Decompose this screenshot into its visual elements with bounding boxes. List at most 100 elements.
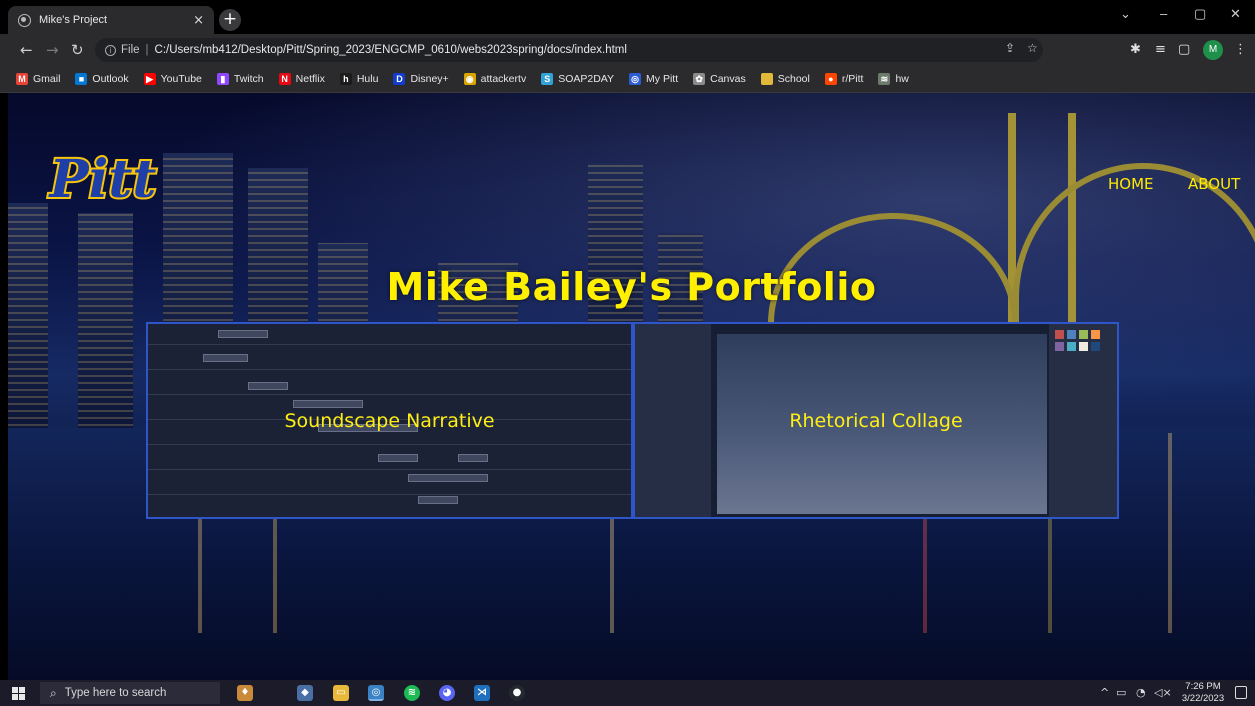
bookmark-item[interactable]: N Netflix [278, 73, 325, 85]
tab-close-button[interactable]: × [193, 13, 204, 28]
taskbar-clock[interactable]: 7:26 PM 3/22/2023 [1177, 681, 1229, 705]
bookmarks-bar: M Gmail ■ Outlook ▶ YouTube ▮ Twitch N Netflix h Hu… [0, 66, 1255, 93]
windows-start-icon[interactable] [12, 687, 25, 700]
github-icon[interactable]: ● [509, 685, 525, 701]
bookmark-label: Canvas [710, 73, 746, 85]
bookmark-item[interactable]: ✿ Canvas [693, 73, 746, 85]
canvas-icon: ✿ [693, 73, 706, 85]
track-row [148, 369, 631, 370]
bookmark-item[interactable]: ■ Outlook [75, 73, 129, 85]
bookmark-label: School [777, 73, 810, 85]
browser-toolbar: ← → ↻ i File | C:/Users/mb412/Desktop/Pi… [0, 34, 1255, 66]
track-row [148, 444, 631, 445]
soundscape-narrative-card[interactable]: Soundscape Narrative [146, 322, 633, 519]
chrome-icon[interactable]: ◎ [368, 685, 384, 701]
color-swatch [1079, 330, 1088, 339]
hw-icon: ≋ [878, 73, 891, 85]
reading-list-icon[interactable]: ≡ [1155, 42, 1166, 57]
soundscape-narrative-label[interactable]: Soundscape Narrative [148, 410, 631, 432]
file-explorer-icon[interactable]: ▭ [333, 685, 349, 701]
audio-clip [248, 382, 288, 390]
back-icon[interactable]: ← [20, 41, 33, 59]
color-swatch [1055, 342, 1064, 351]
bookmark-item[interactable]: h Hulu [339, 73, 379, 85]
track-row [148, 344, 631, 345]
bookmark-star-icon[interactable]: ☆ [1027, 41, 1038, 55]
bookmark-item[interactable]: ≋ hw [878, 73, 909, 85]
bookmark-label: Outlook [92, 73, 129, 85]
rhetorical-collage-card[interactable]: Rhetorical Collage [633, 322, 1119, 519]
clock-time: 7:26 PM [1185, 681, 1221, 692]
nav-home-link[interactable]: HOME [1108, 175, 1154, 193]
color-swatch [1091, 330, 1100, 339]
notification-center-icon[interactable] [1235, 686, 1247, 699]
info-icon[interactable]: i [105, 44, 116, 56]
new-tab-button[interactable]: + [219, 9, 241, 31]
track-row [148, 469, 631, 470]
bookmark-label: My Pitt [646, 73, 679, 85]
track-row [148, 494, 631, 495]
bookmark-item[interactable]: D Disney+ [393, 73, 449, 85]
audio-clip [458, 454, 488, 462]
globe-icon [18, 13, 31, 27]
bookmark-label: hw [895, 73, 909, 85]
bookmark-item[interactable]: M Gmail [16, 73, 60, 85]
bookmark-item[interactable]: S SOAP2DAY [541, 73, 614, 85]
vscode-icon[interactable]: ⋊ [474, 685, 490, 701]
address-bar[interactable]: i File | C:/Users/mb412/Desktop/Pitt/Spr… [95, 38, 1043, 62]
audio-clip [293, 400, 363, 408]
color-swatch [1079, 342, 1088, 351]
nav-about-link[interactable]: ABOUT [1188, 175, 1240, 193]
tab-search-icon[interactable]: ⌄ [1120, 6, 1131, 22]
pitt-logo[interactable]: Pitt [38, 141, 168, 213]
audio-clip [378, 454, 418, 462]
reload-icon[interactable]: ↻ [71, 41, 84, 59]
audio-clip [203, 354, 248, 362]
spotify-icon[interactable]: ≋ [404, 685, 420, 701]
bookmark-label: SOAP2DAY [558, 73, 615, 85]
taskbar-search-box[interactable]: ⌕ Type here to search [40, 682, 220, 704]
attackertv-icon: ◉ [463, 73, 476, 85]
bookmark-item[interactable]: ● r/Pitt [824, 73, 864, 85]
svg-text:Pitt: Pitt [48, 149, 157, 210]
tray-chevron-icon[interactable]: ^ [1100, 686, 1109, 699]
bookmark-item[interactable]: ◉ attackertv [463, 73, 527, 85]
extensions-icon[interactable]: ✱ [1130, 42, 1141, 57]
lamp-app-icon[interactable]: ♦ [237, 685, 253, 701]
maximize-button[interactable]: ▢ [1194, 6, 1206, 22]
url-text[interactable]: C:/Users/mb412/Desktop/Pitt/Spring_2023/… [155, 44, 627, 56]
cortana-icon[interactable]: ◆ [297, 685, 313, 701]
windows-taskbar: ⌕ Type here to search ♦ ◆ ▭ ◎ ≋ ◕ ⋊ ● ^ … [0, 680, 1255, 706]
gmail-icon: M [16, 73, 28, 85]
bookmark-label: Gmail [33, 73, 61, 85]
bookmark-label: attackertv [480, 73, 527, 85]
outlook-icon: ■ [75, 73, 88, 85]
profile-avatar[interactable]: M [1203, 40, 1223, 60]
discord-icon[interactable]: ◕ [439, 685, 455, 701]
mypitt-icon: ◎ [629, 73, 642, 85]
bookmark-item[interactable]: School [760, 73, 810, 85]
browser-tab-active[interactable]: Mike's Project × [8, 6, 214, 34]
wifi-icon[interactable]: ◔ [1136, 686, 1146, 699]
bookmark-label: Hulu [356, 73, 379, 85]
minimize-button[interactable]: – [1160, 6, 1167, 21]
side-panel-icon[interactable]: ▢ [1178, 42, 1190, 57]
bookmark-label: r/Pitt [841, 73, 864, 85]
skyline-building [78, 213, 133, 433]
bookmark-label: Twitch [233, 73, 264, 85]
color-swatch [1091, 342, 1100, 351]
volume-icon[interactable]: ◁× [1154, 686, 1172, 699]
browser-tab-bar: Mike's Project × + ⌄ – ▢ ✕ [0, 0, 1255, 34]
forward-icon[interactable]: → [46, 41, 59, 59]
bookmark-item[interactable]: ▶ YouTube [143, 73, 202, 85]
folder-icon [760, 73, 773, 85]
bookmark-item[interactable]: ◎ My Pitt [629, 73, 678, 85]
tab-title: Mike's Project [39, 14, 108, 26]
share-icon[interactable]: ⇪ [1005, 41, 1015, 55]
menu-kebab-icon[interactable]: ⋮ [1234, 42, 1247, 57]
rhetorical-collage-label[interactable]: Rhetorical Collage [635, 410, 1117, 432]
bookmark-item[interactable]: ▮ Twitch [216, 73, 264, 85]
battery-icon[interactable]: ▭ [1116, 686, 1126, 699]
soap2day-icon: S [541, 73, 554, 85]
close-window-button[interactable]: ✕ [1230, 6, 1241, 22]
